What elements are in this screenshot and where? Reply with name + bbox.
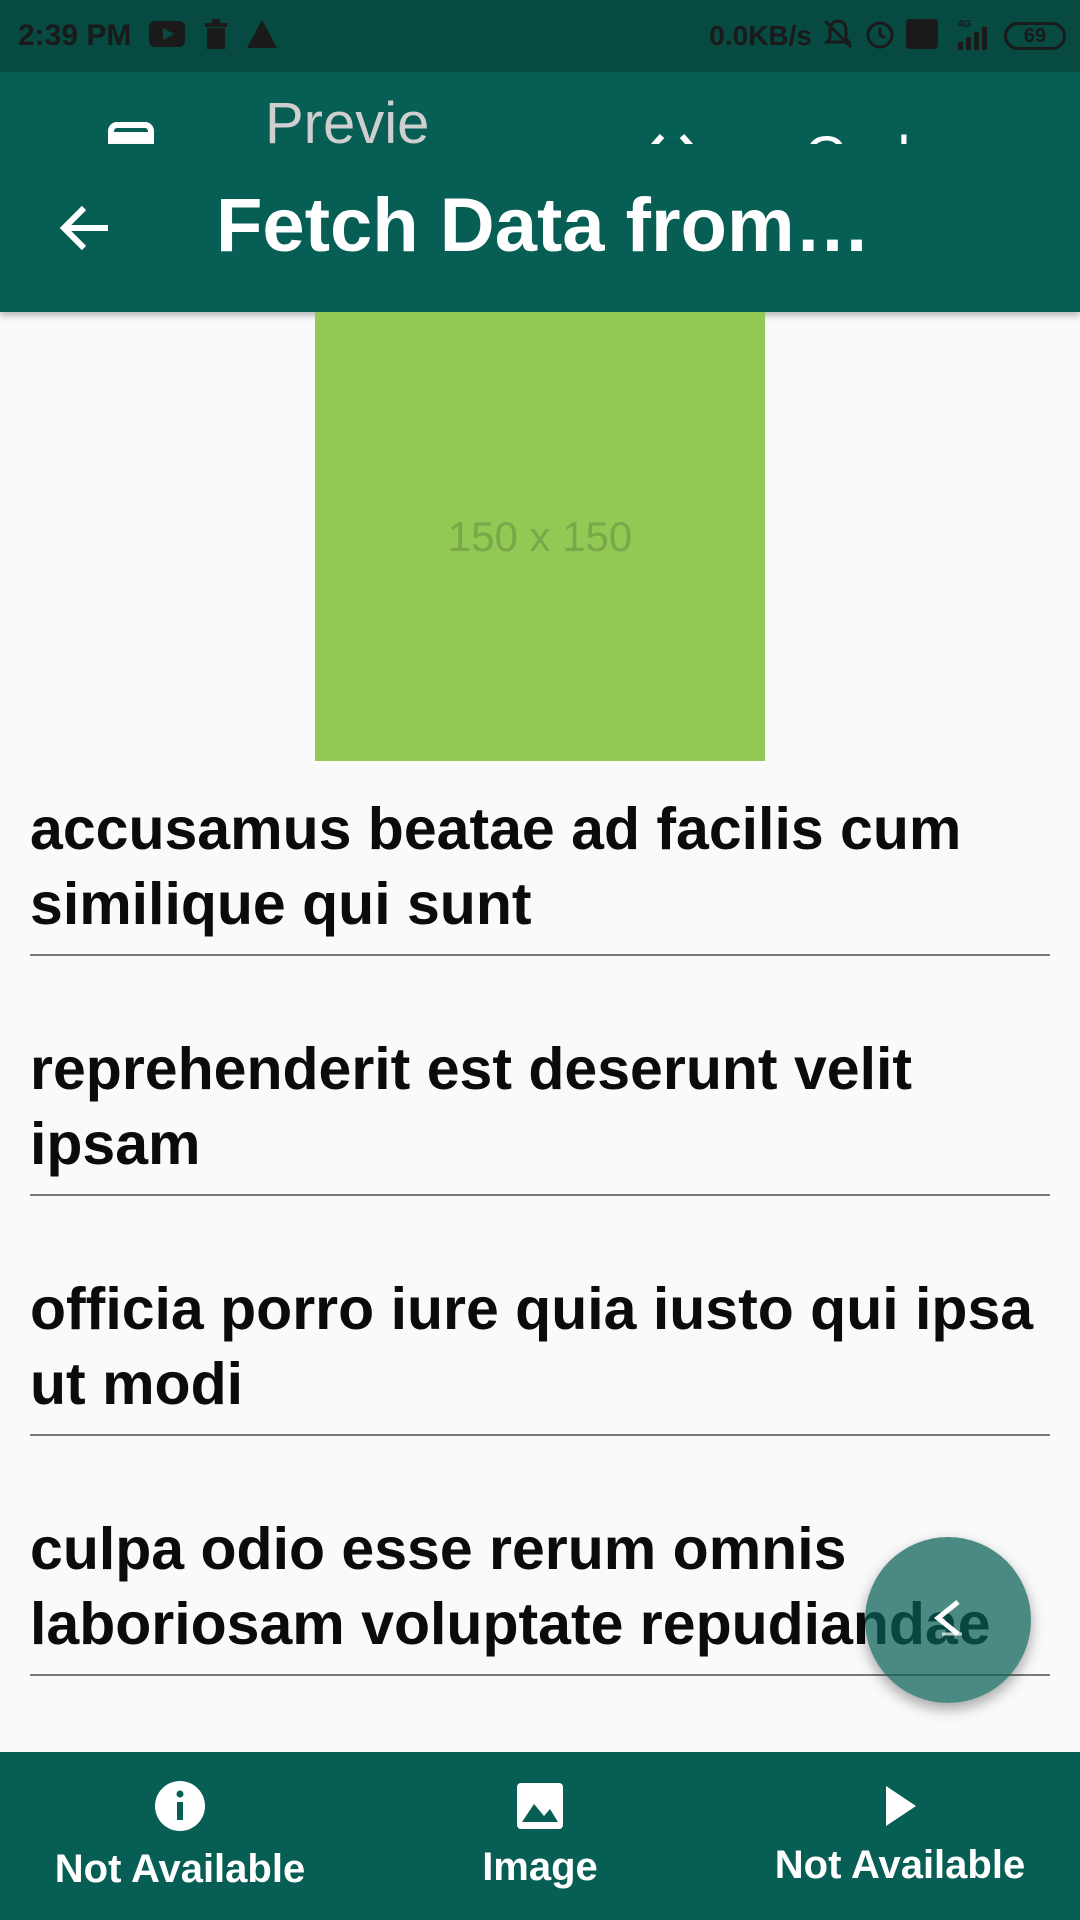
list-item-title: accusamus beatae ad facilis cum similiqu… bbox=[30, 796, 962, 937]
chevron-left-icon bbox=[926, 1596, 970, 1645]
signal-icon: 4G bbox=[948, 18, 994, 55]
list-item[interactable]: reprehenderit est deserunt velit ipsam bbox=[30, 1032, 1050, 1196]
collapse-fab-button[interactable] bbox=[865, 1537, 1031, 1703]
status-time: 2:39 PM bbox=[18, 19, 132, 52]
nav-label: Not Available bbox=[54, 1847, 306, 1891]
bottom-navigation: Not Available Image Not Available bbox=[0, 1752, 1080, 1920]
placeholder-text: 150 x 150 bbox=[447, 512, 633, 560]
nav-item-info[interactable]: Not Available bbox=[0, 1752, 360, 1920]
list-item[interactable]: officia porro iure quia iusto qui ipsa u… bbox=[30, 1272, 1050, 1436]
list-item-title: officia porro iure quia iusto qui ipsa u… bbox=[30, 1276, 1034, 1417]
preview-code-tabs: Preview Code bbox=[0, 72, 1080, 220]
content-list: 150 x 150 accusamus beatae ad facilis cu… bbox=[0, 312, 1080, 1752]
net-speed: 0.0KB/s bbox=[709, 20, 812, 51]
page-title: Fetch Data from ... bbox=[216, 183, 876, 268]
image-icon bbox=[516, 1782, 564, 1835]
nav-label: Image bbox=[482, 1845, 598, 1889]
svg-text:4G: 4G bbox=[958, 19, 972, 30]
status-bar: 2:39 PM 0.0KB/s 4G 69 bbox=[0, 0, 1080, 72]
nav-item-play[interactable]: Not Available bbox=[720, 1752, 1080, 1920]
youtube-icon bbox=[149, 20, 186, 52]
alarm-icon bbox=[864, 18, 896, 55]
warning-icon bbox=[247, 19, 278, 53]
mute-bell-icon bbox=[822, 18, 854, 55]
battery-icon: 69 bbox=[1004, 22, 1066, 50]
nav-item-image[interactable]: Image bbox=[360, 1752, 720, 1920]
trash-icon bbox=[203, 18, 229, 54]
volte-icon bbox=[906, 18, 938, 54]
image-placeholder: 150 x 150 bbox=[315, 312, 765, 761]
list-item[interactable]: accusamus beatae ad facilis cum similiqu… bbox=[30, 792, 1050, 956]
nav-label: Not Available bbox=[774, 1843, 1026, 1887]
list-item-title: reprehenderit est deserunt velit ipsam bbox=[30, 1036, 913, 1177]
app-bar: Fetch Data from ... bbox=[0, 144, 1080, 312]
back-arrow-icon[interactable] bbox=[58, 204, 110, 257]
info-icon bbox=[154, 1780, 206, 1837]
play-icon bbox=[882, 1784, 918, 1833]
